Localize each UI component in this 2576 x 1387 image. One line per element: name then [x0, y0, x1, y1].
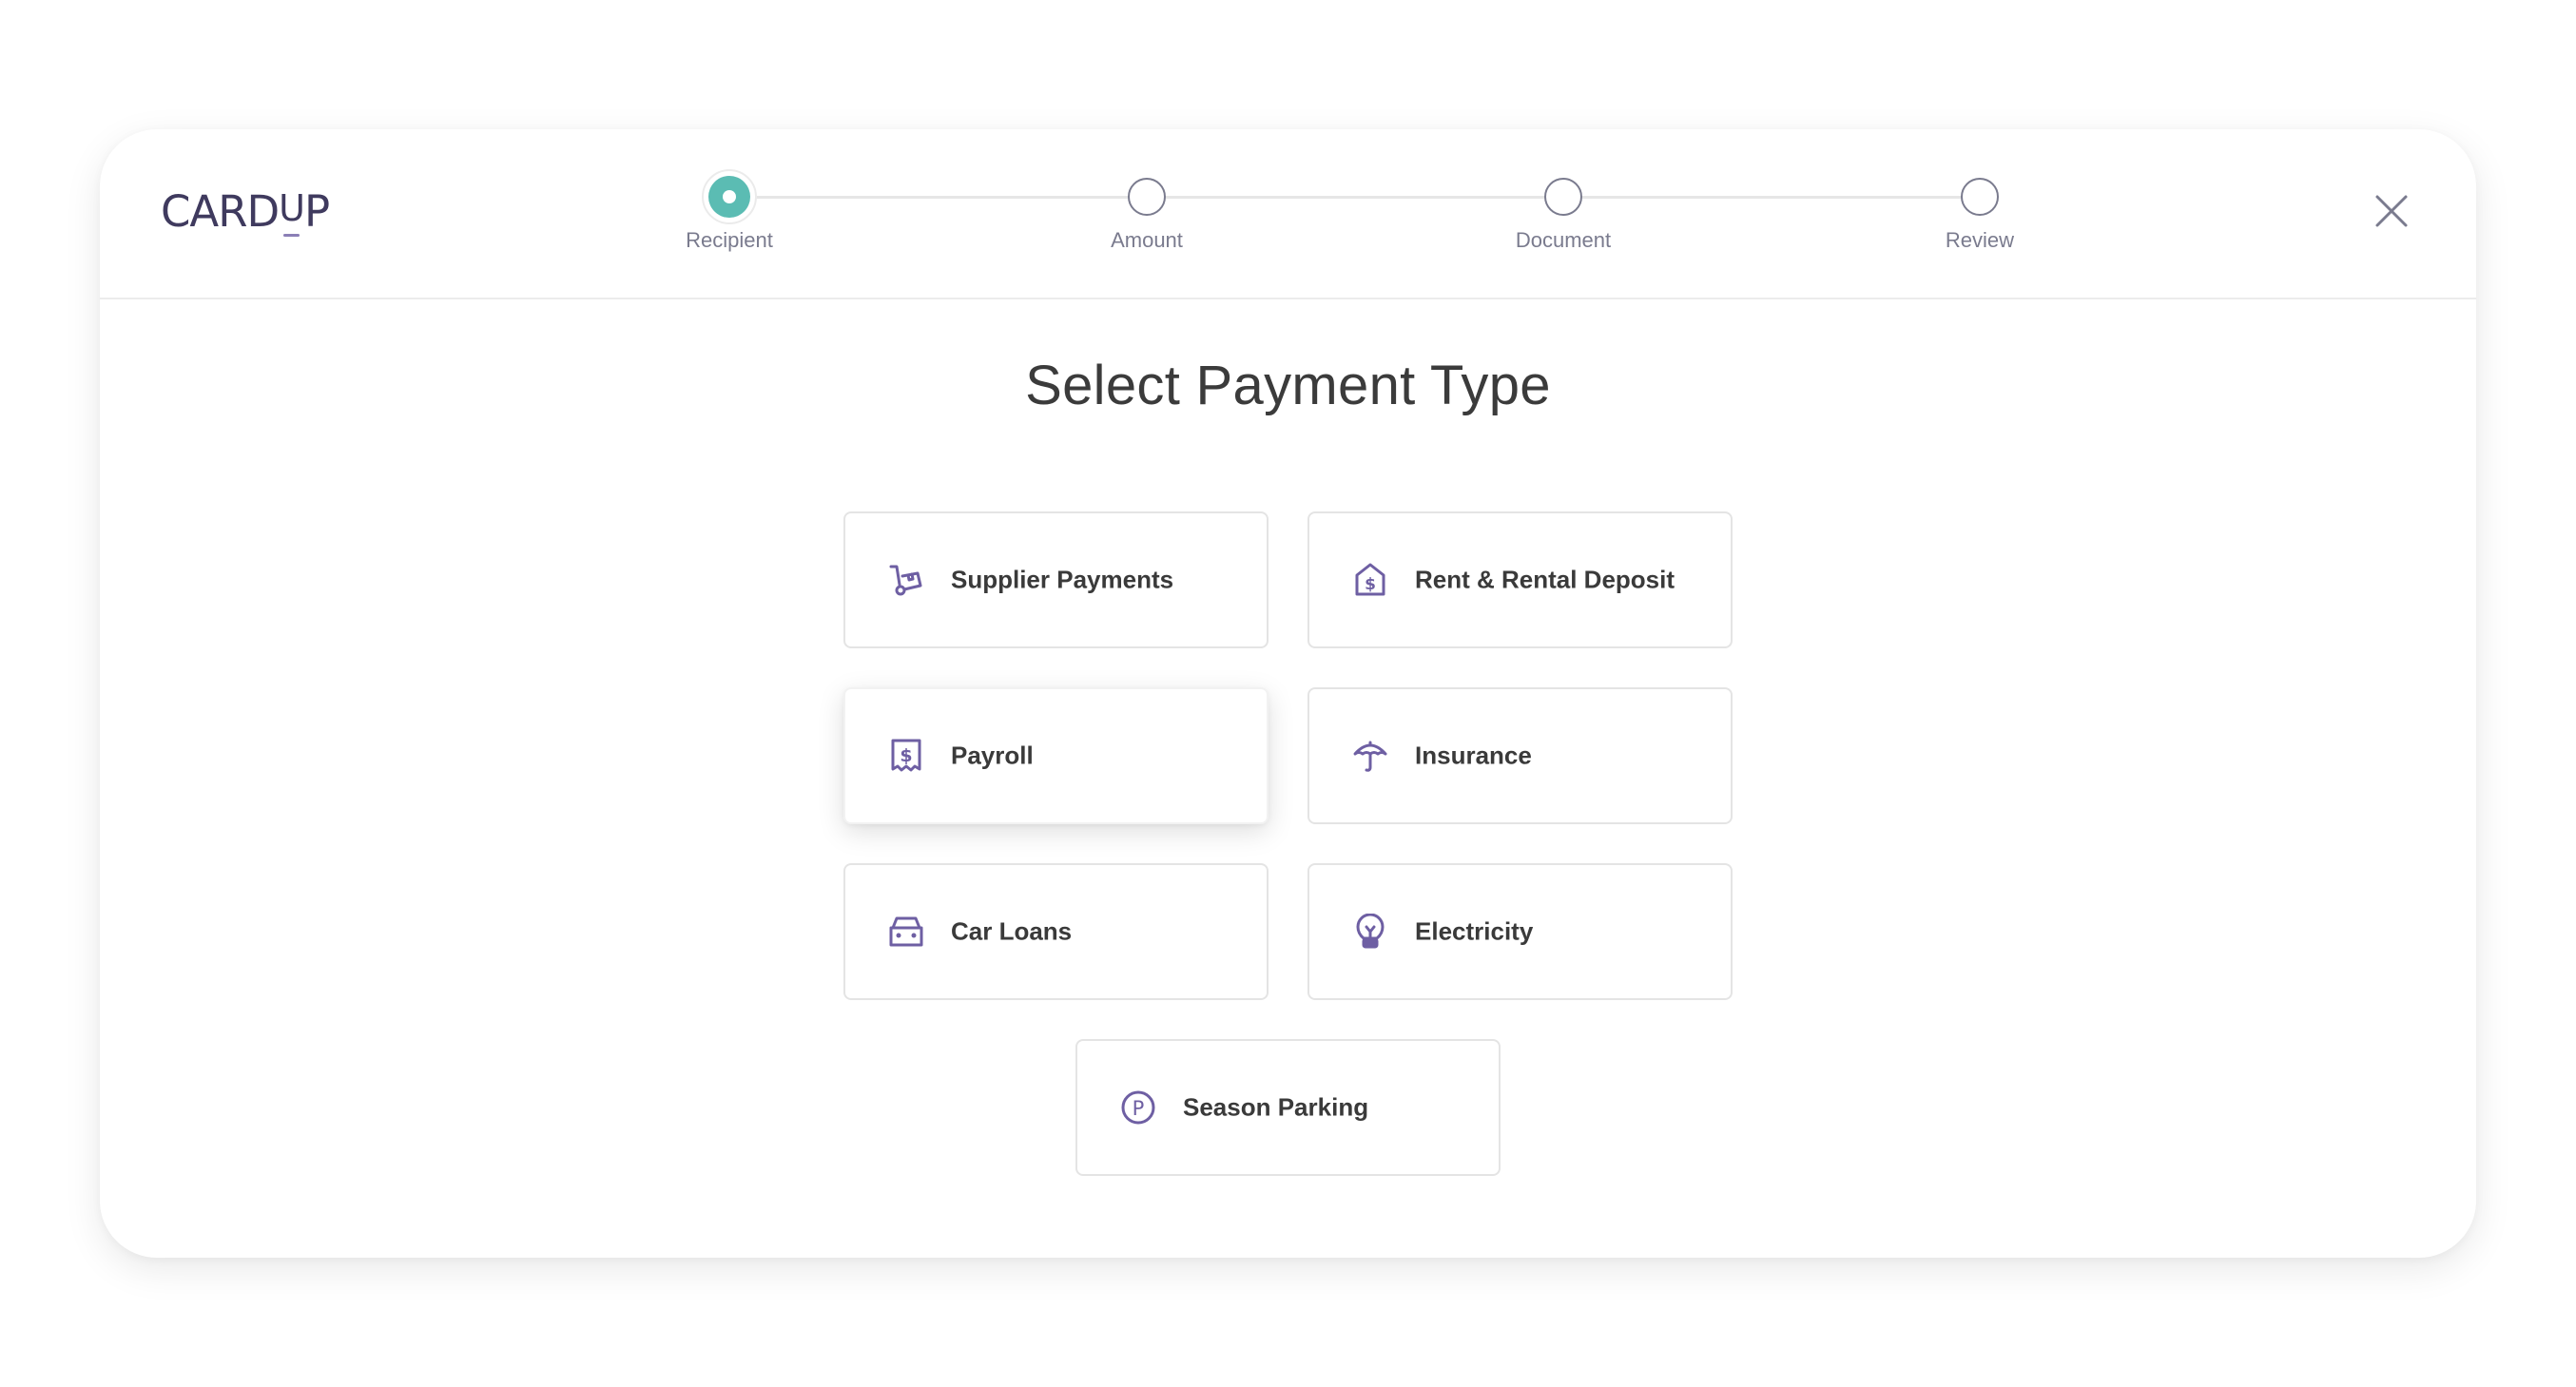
step-indicator-fill — [708, 176, 750, 218]
step-label: Recipient — [686, 228, 773, 252]
car-icon — [887, 913, 925, 951]
step-indicator[interactable] — [1128, 178, 1166, 216]
lightbulb-icon — [1351, 913, 1389, 951]
close-button[interactable] — [2373, 192, 2411, 230]
payment-type-modal: CARDUP Recipient Amount Document Review — [100, 129, 2476, 1258]
logo-text-part-end: P — [303, 186, 330, 237]
svg-text:P: P — [1133, 1097, 1145, 1120]
option-label: Insurance — [1415, 741, 1532, 770]
step-indicator-dot — [723, 190, 736, 203]
option-label: Payroll — [951, 741, 1034, 770]
option-insurance[interactable]: Insurance — [1307, 687, 1733, 824]
svg-text:$: $ — [1365, 575, 1376, 594]
step-indicator[interactable] — [1961, 178, 1999, 216]
option-label: Supplier Payments — [951, 565, 1174, 594]
parking-icon: P — [1119, 1088, 1157, 1127]
option-electricity[interactable]: Electricity — [1307, 863, 1733, 1000]
step-indicator[interactable] — [1544, 178, 1582, 216]
logo-text-u: U — [279, 187, 305, 229]
house-dollar-icon: $ — [1351, 561, 1389, 599]
option-label: Season Parking — [1183, 1092, 1369, 1122]
modal-header: CARDUP Recipient Amount Document Review — [100, 129, 2476, 299]
step-label: Document — [1515, 228, 1612, 252]
step-label: Amount — [1111, 228, 1183, 252]
option-rent-rental-deposit[interactable]: $ Rent & Rental Deposit — [1307, 511, 1733, 648]
option-payroll[interactable]: $ Payroll — [843, 687, 1269, 824]
logo-underlined-u: U — [279, 187, 305, 238]
option-season-parking[interactable]: P Season Parking — [1075, 1039, 1501, 1176]
option-supplier-payments[interactable]: Supplier Payments — [843, 511, 1269, 648]
cardup-logo: CARDUP — [161, 186, 330, 238]
svg-text:$: $ — [900, 745, 912, 766]
option-label: Rent & Rental Deposit — [1415, 565, 1675, 594]
close-icon — [2375, 195, 2408, 227]
logo-text-part: CARD — [161, 186, 280, 237]
step-indicator-active[interactable] — [702, 169, 757, 224]
page-title: Select Payment Type — [1025, 355, 1551, 416]
step-label: Review — [1945, 228, 2015, 252]
receipt-dollar-icon: $ — [887, 737, 925, 775]
hand-truck-icon — [887, 561, 925, 599]
umbrella-icon — [1351, 737, 1389, 775]
option-label: Car Loans — [951, 916, 1073, 946]
stepper-track — [729, 196, 1978, 199]
option-car-loans[interactable]: Car Loans — [843, 863, 1269, 1000]
option-label: Electricity — [1415, 916, 1534, 946]
